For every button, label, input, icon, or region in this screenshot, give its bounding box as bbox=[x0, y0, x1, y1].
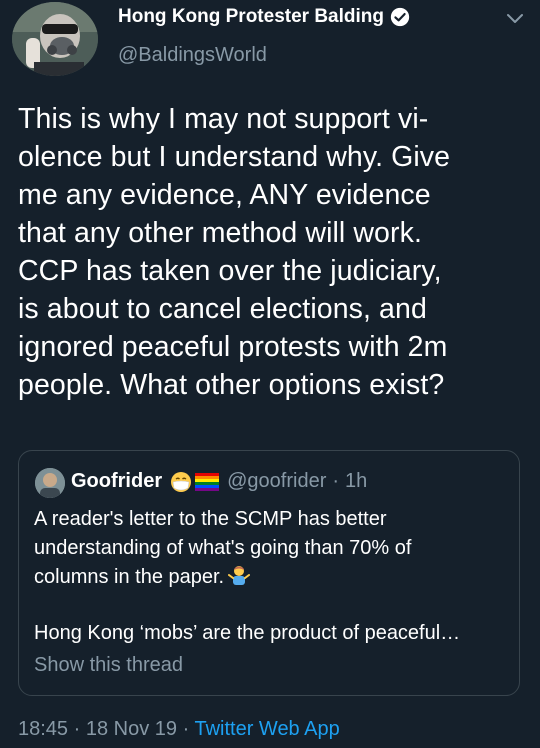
quoted-tweet-card[interactable]: Goofrider @goofrider · 1h A reader's let… bbox=[18, 450, 520, 696]
separator-dot: · bbox=[332, 470, 340, 492]
author-avatar[interactable] bbox=[12, 2, 98, 76]
author-display-name[interactable]: Hong Kong Protester Balding bbox=[118, 6, 384, 28]
tweet-line: CCP has taken over the judiciary, bbox=[18, 255, 442, 287]
source-link[interactable]: Twitter Web App bbox=[194, 718, 339, 740]
quoted-author-handle: @goofrider bbox=[227, 470, 327, 492]
rainbow-flag-icon bbox=[195, 472, 220, 491]
face-with-medical-mask-icon bbox=[171, 471, 192, 492]
tweet-line: people. What other options exist? bbox=[18, 369, 445, 401]
tweet-line: me any evidence, ANY evidence bbox=[18, 179, 431, 211]
tweet-line: This is why I may not support vi- bbox=[18, 103, 429, 135]
tweet-line: ignored peaceful protests with 2m bbox=[18, 331, 448, 363]
verified-badge-icon bbox=[390, 7, 410, 27]
tweet-line: that any other method will work. bbox=[18, 217, 422, 249]
quoted-line: columns in the paper. bbox=[34, 566, 225, 588]
quoted-line: A reader's letter to the SCMP has better bbox=[34, 508, 387, 530]
chevron-down-icon[interactable] bbox=[506, 12, 524, 26]
separator-dot: · bbox=[182, 718, 190, 740]
quoted-time: 1h bbox=[345, 470, 368, 492]
quoted-text: A reader's letter to the SCMP has better… bbox=[34, 505, 514, 592]
tweet-meta: 18:45 · 18 Nov 19 · Twitter Web App bbox=[18, 718, 340, 741]
quoted-line: understanding of what's going than 70% o… bbox=[34, 537, 412, 559]
quoted-paragraph: Hong Kong ‘mobs’ are the product of peac… bbox=[34, 622, 461, 644]
tweet-line: is about to cancel elections, and bbox=[18, 293, 427, 325]
author-name-row[interactable]: Hong Kong Protester Balding bbox=[118, 6, 410, 28]
quoted-author-avatar bbox=[35, 468, 65, 498]
tweet-date[interactable]: 18 Nov 19 bbox=[86, 718, 177, 740]
quoted-author-name: Goofrider bbox=[71, 470, 163, 492]
tweet-line: olence but I understand why. Give bbox=[18, 141, 451, 173]
show-thread-link[interactable]: Show this thread bbox=[34, 654, 183, 677]
tweet-text: This is why I may not support vi- olence… bbox=[18, 100, 530, 404]
quoted-header: Goofrider @goofrider · 1h bbox=[71, 470, 367, 493]
author-handle[interactable]: @BaldingsWorld bbox=[118, 44, 267, 67]
tweet-time[interactable]: 18:45 bbox=[18, 718, 68, 740]
person-gesturing-icon bbox=[228, 566, 251, 585]
quoted-line-with-emoji: columns in the paper. bbox=[34, 563, 514, 592]
separator-dot: · bbox=[73, 718, 81, 740]
